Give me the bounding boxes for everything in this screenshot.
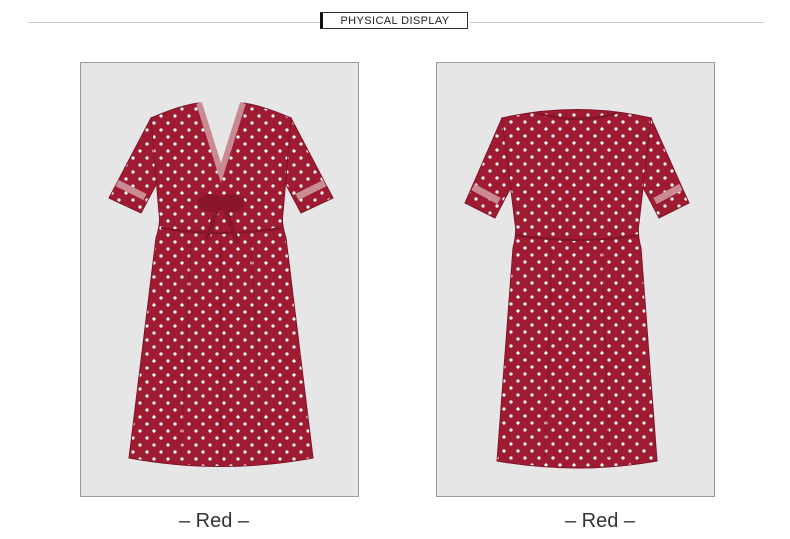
- dress-back-illustration: [464, 109, 690, 469]
- caption-front: – Red –: [178, 510, 250, 532]
- dress-front-illustration: [108, 102, 334, 467]
- caption-back: – Red –: [564, 510, 636, 532]
- title-rule-right: [470, 22, 764, 23]
- product-image-front[interactable]: [80, 62, 359, 497]
- product-image-back[interactable]: [436, 62, 715, 497]
- section-title: PHYSICAL DISPLAY: [320, 12, 468, 29]
- title-rule-left: [28, 22, 320, 23]
